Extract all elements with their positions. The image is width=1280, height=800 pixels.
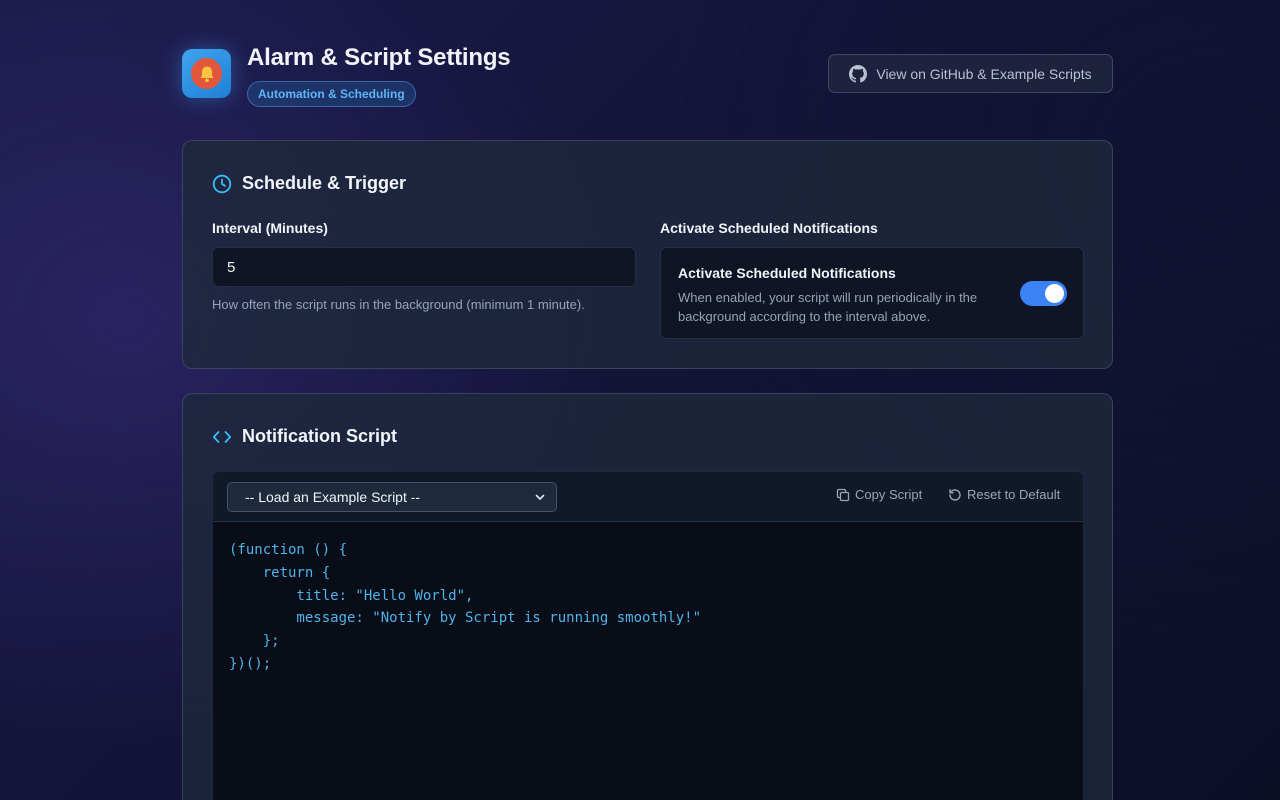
editor-toolbar: -- Load an Example Script -- Copy Script… [213,472,1083,522]
toggle-knob [1045,284,1064,303]
reset-default-button[interactable]: Reset to Default [948,487,1060,502]
copy-script-label: Copy Script [855,487,923,502]
page-header: Alarm & Script Settings Automation & Sch… [182,0,1113,140]
code-icon [212,427,232,447]
interval-input[interactable] [212,247,636,287]
activate-section-label: Activate Scheduled Notifications [660,220,878,236]
bell-icon [191,58,222,89]
script-card-title: Notification Script [212,426,397,447]
schedule-card-title: Schedule & Trigger [212,173,406,194]
page: Alarm & Script Settings Automation & Sch… [182,0,1113,800]
activate-notifications-title: Activate Scheduled Notifications [678,265,896,281]
page-title: Alarm & Script Settings [247,44,511,71]
schedule-card: Schedule & Trigger Interval (Minutes) Ho… [182,140,1113,369]
activate-notifications-panel: Activate Scheduled Notifications When en… [660,247,1084,339]
category-badge: Automation & Scheduling [247,81,416,107]
reset-default-label: Reset to Default [967,487,1061,502]
app-logo [182,49,231,98]
copy-script-button[interactable]: Copy Script [836,487,922,502]
reset-icon [948,488,962,502]
copy-icon [836,488,850,502]
github-icon [849,64,868,83]
script-title-text: Notification Script [242,426,398,446]
chevron-down-icon [534,491,546,503]
example-script-select-value: -- Load an Example Script -- [245,489,421,505]
script-code-textarea[interactable]: (function () { return { title: "Hello Wo… [229,539,701,676]
activate-notifications-toggle[interactable] [1020,281,1067,306]
clock-icon [212,174,232,194]
script-editor: -- Load an Example Script -- Copy Script… [212,471,1084,800]
github-button-label: View on GitHub & Example Scripts [876,65,1092,82]
example-script-select[interactable]: -- Load an Example Script -- [227,482,557,512]
schedule-title-text: Schedule & Trigger [242,173,407,193]
github-link-button[interactable]: View on GitHub & Example Scripts [828,54,1113,93]
interval-label: Interval (Minutes) [212,220,328,236]
script-card: Notification Script -- Load an Example S… [182,393,1113,800]
activate-notifications-description: When enabled, your script will run perio… [678,290,978,324]
interval-help-text: How often the script runs in the backgro… [212,297,585,312]
